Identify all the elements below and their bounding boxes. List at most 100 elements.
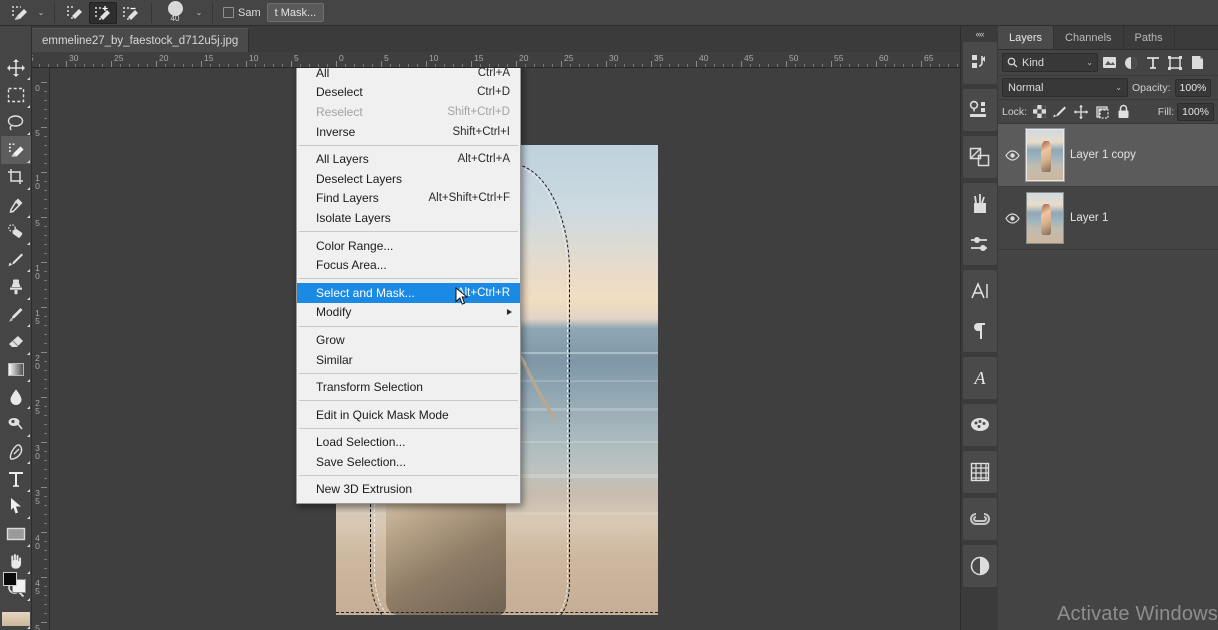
layer-visibility-eye-icon[interactable]	[1004, 149, 1020, 161]
ruler-label: 5	[35, 128, 40, 138]
paragraph-panel-icon[interactable]	[964, 311, 996, 351]
lock-all-icon[interactable]	[1114, 103, 1132, 121]
menu-item-similar[interactable]: Similar	[297, 350, 520, 370]
history-panel-icon[interactable]	[964, 43, 996, 83]
checkbox-box[interactable]	[223, 7, 234, 18]
vertical-ruler[interactable]: 0 5 10 5 10 15 20 25 30 35 40 45 50	[32, 68, 50, 630]
menu-item-deselect-layers[interactable]: Deselect Layers	[297, 169, 520, 189]
layer-visibility-eye-icon[interactable]	[1004, 212, 1020, 224]
select-and-mask-button[interactable]: t Mask...	[266, 3, 325, 22]
blend-mode-select[interactable]: Normal ⌄	[1002, 78, 1128, 97]
gradient-tool-icon[interactable]	[1, 356, 31, 383]
menu-item-all-layers[interactable]: All Layers Alt+Ctrl+A	[297, 149, 520, 169]
color-swatches[interactable]	[3, 572, 29, 594]
quick-mask-toggle[interactable]	[2, 612, 30, 626]
menu-item-inverse[interactable]: Inverse Shift+Ctrl+I	[297, 122, 520, 142]
eraser-tool-icon[interactable]	[1, 328, 31, 355]
tab-layers[interactable]: Layers	[998, 26, 1055, 49]
layer-name[interactable]: Layer 1 copy	[1070, 149, 1136, 161]
selection-add-icon[interactable]	[89, 1, 117, 24]
menu-item-edit-in-quick-mask-mode[interactable]: Edit in Quick Mask Mode	[297, 405, 520, 425]
brush-presets-panel-icon[interactable]	[964, 184, 996, 224]
tab-paths[interactable]: Paths	[1124, 26, 1175, 49]
filter-type-layers-icon[interactable]	[1142, 52, 1164, 74]
menu-item-grow[interactable]: Grow	[297, 330, 520, 350]
properties-panel-icon[interactable]	[964, 546, 996, 586]
quick-selection-tool-icon[interactable]	[0, 136, 31, 164]
layer-kind-select[interactable]: Kind ⌄	[1002, 53, 1098, 72]
lock-transparent-pixels-icon[interactable]	[1030, 103, 1048, 121]
lock-position-icon[interactable]	[1072, 103, 1090, 121]
menu-item-all[interactable]: All Ctrl+A	[297, 68, 520, 83]
patterns-panel-icon[interactable]	[964, 452, 996, 492]
collapse-panels-icon[interactable]: ««	[961, 26, 999, 42]
menu-item-save-selection[interactable]: Save Selection...	[297, 452, 520, 472]
hand-tool-icon[interactable]	[1, 548, 31, 575]
creative-cloud-libraries-icon[interactable]	[964, 499, 996, 539]
spot-healing-brush-tool-icon[interactable]	[1, 219, 31, 246]
menu-item-load-selection[interactable]: Load Selection...	[297, 433, 520, 453]
layer-row-1[interactable]: Layer 1	[998, 187, 1218, 250]
chevron-down-icon[interactable]: ⌄	[34, 2, 48, 24]
menu-item-select-and-mask[interactable]: Select and Mask... Alt+Ctrl+R	[297, 282, 520, 303]
sample-all-layers-checkbox[interactable]: Sam	[223, 7, 261, 19]
lock-image-pixels-icon[interactable]	[1051, 103, 1069, 121]
menu-item-reselect[interactable]: Reselect Shift+Ctrl+D	[297, 102, 520, 122]
rectangular-marquee-tool-icon[interactable]	[1, 81, 31, 108]
swatches-panel-icon[interactable]	[964, 405, 996, 445]
filter-adjustment-layers-icon[interactable]	[1120, 52, 1142, 74]
layer-row-1-copy[interactable]: Layer 1 copy	[998, 124, 1218, 187]
type-tool-icon[interactable]	[1, 465, 31, 492]
pen-tool-icon[interactable]	[1, 438, 31, 465]
fill-value[interactable]: 100%	[1177, 102, 1214, 121]
lasso-tool-icon[interactable]	[1, 109, 31, 136]
chevron-down-icon[interactable]: ⌄	[1086, 58, 1093, 67]
ruler-minor-tick	[372, 64, 373, 67]
history-brush-tool-icon[interactable]	[1, 301, 31, 328]
brush-size-picker[interactable]: 40	[158, 0, 192, 26]
filter-smart-objects-icon[interactable]	[1186, 52, 1208, 74]
selection-subtract-icon[interactable]	[117, 2, 145, 24]
horizontal-ruler[interactable]: 3530252015105051015202530354045505560657…	[32, 52, 960, 68]
selection-new-icon[interactable]	[61, 2, 89, 24]
eyedropper-tool-icon[interactable]	[1, 191, 31, 218]
brush-size-chevron-icon[interactable]: ⌄	[192, 2, 206, 24]
character-styles-panel-icon[interactable]: A	[964, 358, 996, 398]
adjustments-panel-icon[interactable]	[964, 137, 996, 177]
rectangle-tool-icon[interactable]	[1, 520, 31, 547]
menu-item-color-range[interactable]: Color Range...	[297, 236, 520, 256]
menu-item-find-layers[interactable]: Find Layers Alt+Shift+Ctrl+F	[297, 189, 520, 209]
menu-item-transform-selection[interactable]: Transform Selection	[297, 377, 520, 397]
filter-pixel-layers-icon[interactable]	[1098, 52, 1120, 74]
layer-thumbnail[interactable]	[1026, 192, 1064, 244]
document-tab[interactable]: emmeline27_by_faestock_d712u5j.jpg	[32, 28, 250, 52]
layer-thumbnail[interactable]	[1025, 128, 1065, 182]
menu-item-new-3d-extrusion[interactable]: New 3D Extrusion	[297, 480, 520, 500]
opacity-value[interactable]: 100%	[1174, 78, 1212, 97]
menu-item-deselect[interactable]: Deselect Ctrl+D	[297, 83, 520, 103]
menu-item-modify[interactable]: Modify	[297, 303, 520, 323]
menu-item-isolate-layers[interactable]: Isolate Layers	[297, 208, 520, 228]
menu-item-focus-area[interactable]: Focus Area...	[297, 255, 520, 275]
canvas-area[interactable]: All Ctrl+A Deselect Ctrl+D Reselect Shift+Ctr…	[50, 68, 960, 630]
brush-settings-panel-icon[interactable]	[964, 224, 996, 264]
device-preview-panel-icon[interactable]	[964, 90, 996, 130]
path-selection-tool-icon[interactable]	[1, 493, 31, 520]
clone-stamp-tool-icon[interactable]	[1, 273, 31, 300]
ruler-label: 25	[35, 398, 40, 416]
move-tool-icon[interactable]	[1, 54, 31, 81]
blur-tool-icon[interactable]	[1, 383, 31, 410]
character-panel-icon[interactable]	[964, 271, 996, 311]
prevent-artboard-nesting-icon[interactable]	[1093, 103, 1111, 121]
crop-tool-icon[interactable]	[1, 164, 31, 191]
ruler-label: 40	[699, 53, 709, 63]
brush-tool-icon[interactable]	[1, 246, 31, 273]
foreground-color-swatch[interactable]	[3, 572, 17, 586]
chevron-down-icon[interactable]: ⌄	[1115, 83, 1122, 92]
layer-name[interactable]: Layer 1	[1070, 212, 1108, 224]
tab-channels[interactable]: Channels	[1054, 26, 1124, 49]
quick-selection-tool-icon[interactable]	[6, 2, 34, 24]
select-menu-dropdown[interactable]: All Ctrl+A Deselect Ctrl+D Reselect Shift+Ctr…	[296, 68, 521, 505]
dodge-tool-icon[interactable]	[1, 410, 31, 437]
filter-shape-layers-icon[interactable]	[1164, 52, 1186, 74]
